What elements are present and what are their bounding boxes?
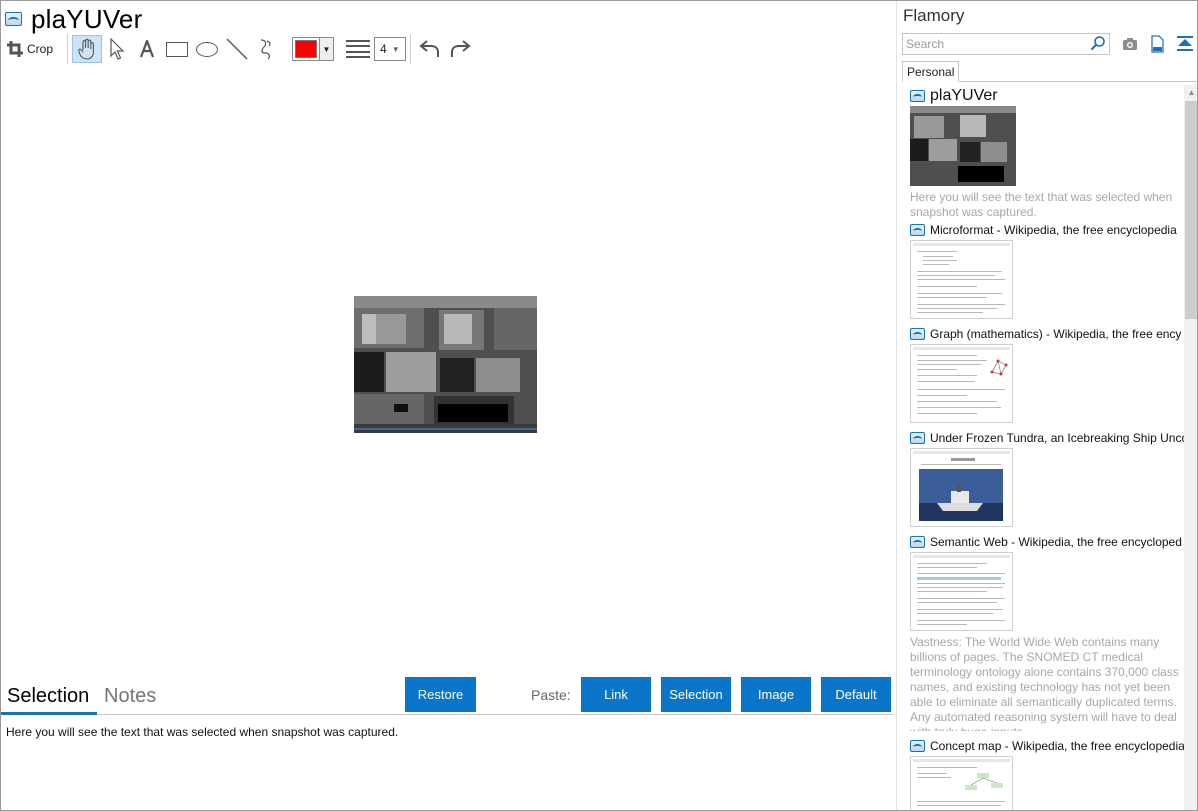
sidebar-title: Flamory (903, 6, 965, 25)
sidebar-tabs: Personal (902, 61, 1197, 82)
toolbar-divider (410, 34, 411, 64)
paste-link-button[interactable]: Link (581, 677, 651, 712)
scroll-thumb[interactable] (1185, 101, 1197, 319)
entry-title: Microformat - Wikipedia, the free encycl… (930, 223, 1177, 237)
snapshot-icon (910, 224, 925, 236)
tab-personal[interactable]: Personal (902, 61, 960, 82)
freehand-tool-button[interactable] (252, 35, 282, 63)
scroll-up-icon[interactable]: ▲ (1184, 85, 1197, 99)
sidebar-scrollbar[interactable]: ▲ (1184, 85, 1197, 810)
snapshot-icon (910, 432, 925, 444)
selection-text: Here you will see the text that was sele… (6, 725, 399, 739)
page-title: plaYUVer (31, 3, 143, 34)
collapse-icon[interactable] (1176, 35, 1194, 53)
entry-thumbnail (910, 552, 1013, 631)
entry-title: Semantic Web - Wikipedia, the free encyc… (930, 535, 1182, 549)
snapshot-icon (910, 740, 925, 752)
bottom-tab-bar: Selection Notes Restore Paste: Link Sele… (1, 677, 893, 715)
hand-tool-button[interactable] (72, 35, 102, 63)
line-icon (226, 38, 248, 60)
undo-icon (419, 40, 439, 57)
document-icon[interactable] (1148, 35, 1166, 53)
list-item[interactable]: Under Frozen Tundra, an Icebreaking Ship… (910, 430, 1184, 527)
active-tab-indicator (1, 712, 97, 715)
hand-icon (78, 38, 94, 60)
line-width-value: 4 (380, 42, 387, 56)
ellipse-tool-button[interactable] (192, 35, 222, 63)
restore-button[interactable]: Restore (405, 677, 476, 712)
paste-selection-button[interactable]: Selection (661, 677, 731, 712)
crop-label: Crop (27, 42, 54, 56)
line-width-icon (346, 40, 370, 58)
select-tool-button[interactable] (102, 35, 132, 63)
undo-button[interactable] (415, 35, 445, 63)
entry-title: Concept map - Wikipedia, the free encycl… (930, 739, 1184, 753)
entry-title: Under Frozen Tundra, an Icebreaking Ship… (930, 431, 1184, 445)
drawing-toolbar: Crop ▼ 4 ▼ (5, 34, 475, 64)
search-placeholder: Search (906, 37, 945, 51)
entry-description: Vastness: The World Wide Web contains ma… (910, 635, 1179, 731)
list-item[interactable]: Concept map - Wikipedia, the free encycl… (910, 738, 1184, 810)
pointer-icon (110, 38, 125, 60)
flamory-sidebar: Flamory Search Personal plaYUVer Here yo… (896, 1, 1197, 810)
paste-default-button[interactable]: Default (821, 677, 891, 712)
entry-thumbnail (910, 344, 1013, 423)
editor-pane: plaYUVer Crop ▼ 4 ▼ Selection Notes Rest… (1, 1, 896, 810)
rectangle-tool-button[interactable] (162, 35, 192, 63)
snapshot-icon (910, 328, 925, 340)
chevron-down-icon: ▼ (319, 38, 333, 60)
entry-title: Graph (mathematics) - Wikipedia, the fre… (930, 327, 1182, 341)
paste-image-button[interactable]: Image (741, 677, 811, 712)
search-input[interactable]: Search (902, 33, 1110, 55)
redo-button[interactable] (445, 35, 475, 63)
crop-icon (7, 41, 23, 57)
color-swatch (295, 40, 317, 58)
app-icon (5, 12, 22, 26)
crop-button[interactable]: Crop (5, 35, 63, 63)
text-icon (139, 40, 155, 58)
rectangle-icon (166, 41, 188, 57)
paste-label: Paste: (531, 687, 571, 703)
entry-thumbnail (910, 240, 1013, 319)
list-item[interactable]: Graph (mathematics) - Wikipedia, the fre… (910, 326, 1184, 423)
chevron-down-icon: ▼ (391, 44, 400, 54)
freehand-icon (260, 39, 271, 60)
entry-thumbnail (910, 448, 1013, 527)
camera-icon[interactable] (1121, 35, 1139, 53)
entry-title: plaYUVer (930, 87, 998, 104)
list-item[interactable]: Microformat - Wikipedia, the free encycl… (910, 222, 1184, 319)
entry-thumbnail (910, 106, 1016, 186)
list-item[interactable]: Semantic Web - Wikipedia, the free encyc… (910, 534, 1184, 731)
entry-thumbnail (910, 756, 1013, 810)
tab-selection[interactable]: Selection (7, 685, 89, 708)
line-width-select[interactable]: 4 ▼ (374, 37, 406, 61)
snapshot-image (354, 296, 537, 433)
snapshot-icon (910, 90, 925, 102)
toolbar-divider (67, 34, 68, 64)
snapshot-list: plaYUVer Here you will see the text that… (897, 85, 1184, 810)
app-window: plaYUVer Crop ▼ 4 ▼ Selection Notes Rest… (0, 0, 1198, 811)
search-icon[interactable] (1090, 35, 1106, 51)
list-item[interactable]: plaYUVer Here you will see the text that… (910, 87, 1184, 220)
title-bar: plaYUVer (5, 3, 143, 34)
line-tool-button[interactable] (222, 35, 252, 63)
entry-description: Here you will see the text that was sele… (910, 190, 1173, 219)
redo-icon (451, 40, 471, 57)
tab-notes[interactable]: Notes (104, 685, 156, 708)
stroke-color-picker[interactable]: ▼ (292, 37, 334, 61)
text-tool-button[interactable] (132, 35, 162, 63)
snapshot-canvas[interactable] (1, 71, 896, 677)
snapshot-icon (910, 536, 925, 548)
ellipse-icon (196, 41, 218, 57)
